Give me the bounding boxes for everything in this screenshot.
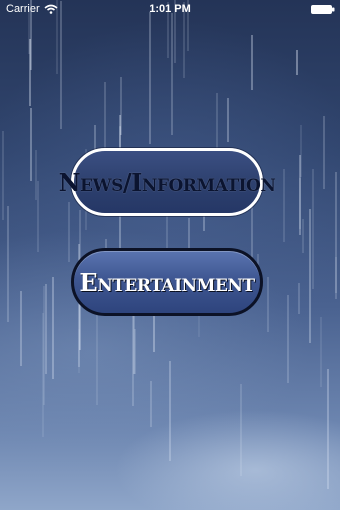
news-information-button[interactable]: News/Information	[59, 148, 276, 216]
app-screen: Carrier 1:01 PM News/Information Enterta…	[0, 0, 340, 510]
battery-icon	[311, 5, 335, 14]
entertainment-label: Entertainment	[79, 267, 255, 297]
entertainment-button[interactable]: Entertainment	[71, 248, 263, 316]
status-time: 1:01 PM	[149, 3, 191, 15]
status-bar: Carrier 1:01 PM	[0, 0, 340, 20]
news-information-label: News/Information	[58, 167, 276, 197]
